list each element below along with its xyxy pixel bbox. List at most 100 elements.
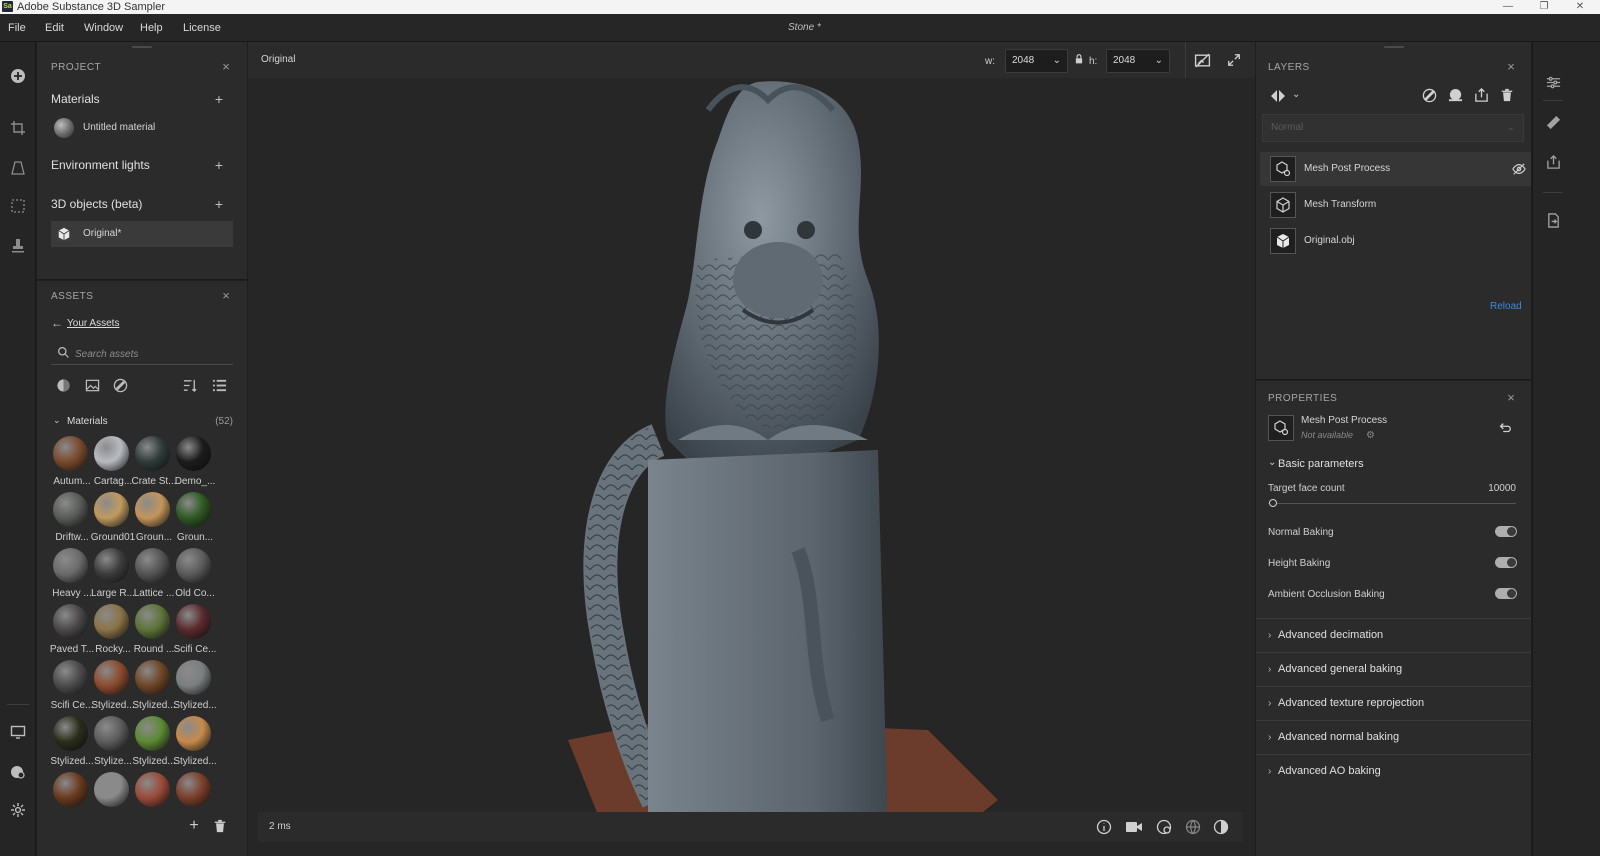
section-advanced-general-baking[interactable]: › Advanced general baking: [1256, 652, 1531, 685]
3d-viewport[interactable]: Original w: 2048 ⌄ h: 2048 ⌄ 2 ms: [248, 42, 1255, 856]
height-baking-toggle[interactable]: [1495, 557, 1517, 568]
section-advanced-decimation[interactable]: › Advanced decimation: [1256, 618, 1531, 651]
material-thumbnail[interactable]: Stylized...: [91, 658, 135, 714]
camera-icon[interactable]: [1125, 819, 1143, 838]
menu-window[interactable]: Window: [84, 14, 123, 42]
image-filter-icon[interactable]: [83, 376, 101, 394]
add-3d-object-icon[interactable]: +: [212, 197, 226, 211]
crop-icon[interactable]: [6, 116, 30, 140]
reset-icon[interactable]: [1498, 421, 1512, 438]
reload-link[interactable]: Reload: [1490, 301, 1522, 312]
mask-icon[interactable]: [1422, 88, 1437, 106]
section-advanced-texture-reprojection[interactable]: › Advanced texture reprojection: [1256, 686, 1531, 719]
material-thumbnail[interactable]: Heavy ...: [51, 546, 92, 602]
add-asset-icon[interactable]: +: [187, 818, 201, 834]
material-thumbnail[interactable]: [51, 770, 91, 826]
material-thumbnail[interactable]: [133, 770, 173, 826]
material-thumbnail[interactable]: Rocky...: [92, 602, 132, 658]
blend-mode-select[interactable]: Normal ⌄: [1262, 114, 1524, 142]
material-thumbnail[interactable]: Stylized...: [173, 658, 217, 714]
display-icon[interactable]: [6, 720, 30, 744]
close-assets-panel-icon[interactable]: ×: [219, 289, 233, 303]
section-advanced-ao-baking[interactable]: › Advanced AO baking: [1256, 754, 1531, 787]
width-select[interactable]: 2048 ⌄: [1005, 49, 1068, 73]
search-assets-input[interactable]: [75, 345, 225, 363]
target-face-slider-knob[interactable]: [1268, 499, 1277, 507]
material-thumbnail[interactable]: Old Co...: [174, 546, 215, 602]
layer-mesh-transform[interactable]: Mesh Transform: [1260, 188, 1531, 222]
your-assets-link[interactable]: Your Assets: [67, 318, 119, 329]
filter-effect-icon[interactable]: [111, 376, 129, 394]
fill-layer-icon[interactable]: [1448, 88, 1463, 106]
material-thumbnail[interactable]: Demo_...: [174, 434, 215, 490]
perspective-icon[interactable]: [6, 156, 30, 180]
panel-resize-grip[interactable]: [1384, 46, 1404, 48]
ruler-icon[interactable]: [1543, 112, 1563, 132]
target-face-count-value[interactable]: 10000: [1488, 483, 1516, 494]
material-thumbnail[interactable]: Driftw...: [51, 490, 91, 546]
trash-icon[interactable]: [213, 819, 227, 833]
add-environment-light-icon[interactable]: +: [212, 158, 226, 172]
list-view-icon[interactable]: [210, 376, 228, 394]
material-thumbnail[interactable]: Stylize...: [92, 714, 132, 770]
material-thumbnail[interactable]: Stylized...: [173, 714, 217, 770]
close-layers-panel-icon[interactable]: ×: [1504, 60, 1518, 74]
menu-edit[interactable]: Edit: [45, 14, 64, 42]
material-thumbnail[interactable]: [92, 770, 132, 826]
material-thumbnail[interactable]: Ground01: [91, 490, 135, 546]
material-thumbnail[interactable]: Stylized...: [50, 714, 94, 770]
close-properties-panel-icon[interactable]: ×: [1504, 391, 1518, 405]
flip-icon[interactable]: [1270, 88, 1286, 107]
environment-icon[interactable]: [6, 760, 30, 784]
layer-original-obj[interactable]: Original.obj: [1260, 224, 1531, 258]
menu-file[interactable]: File: [8, 14, 26, 42]
settings-icon[interactable]: [6, 798, 30, 822]
chevron-down-icon[interactable]: ⌄: [1292, 89, 1300, 100]
add-circle-icon[interactable]: [6, 64, 30, 88]
close-project-panel-icon[interactable]: ×: [219, 60, 233, 74]
material-thumbnail[interactable]: Cartag...: [92, 434, 132, 490]
globe-icon[interactable]: [1185, 819, 1201, 838]
target-face-slider-track[interactable]: [1268, 503, 1516, 504]
material-thumbnail[interactable]: Round ...: [133, 602, 174, 658]
back-to-your-assets[interactable]: ← Your Assets: [51, 316, 171, 332]
material-thumbnail[interactable]: Groun...: [174, 490, 214, 546]
export-layer-icon[interactable]: [1474, 88, 1489, 106]
material-thumbnail[interactable]: Stylized...: [132, 714, 176, 770]
normal-baking-toggle[interactable]: [1495, 526, 1517, 537]
3d-object-item[interactable]: Original*: [51, 221, 233, 247]
height-select[interactable]: 2048 ⌄: [1106, 49, 1170, 73]
material-thumbnail[interactable]: Lattice ...: [133, 546, 174, 602]
panel-resize-grip[interactable]: [132, 46, 152, 48]
gear-icon[interactable]: ⚙: [1366, 430, 1375, 441]
document-export-icon[interactable]: [1543, 210, 1563, 230]
material-thumbnail[interactable]: Scifi Ce...: [51, 658, 93, 714]
ambient-occlusion-baking-toggle[interactable]: [1495, 588, 1517, 599]
close-window-button[interactable]: ✕: [1562, 0, 1598, 14]
visibility-hidden-icon[interactable]: [1512, 162, 1526, 179]
maximize-button[interactable]: ❐: [1526, 0, 1562, 14]
material-thumbnail[interactable]: Large R...: [91, 546, 135, 602]
material-filter-icon[interactable]: [54, 376, 72, 394]
compare-view-icon[interactable]: [1194, 52, 1212, 70]
basic-parameters-toggle[interactable]: ⌄ Basic parameters: [1268, 457, 1468, 473]
material-thumbnail[interactable]: Stylized...: [132, 658, 176, 714]
material-thumbnail[interactable]: Crate St...: [131, 434, 177, 490]
delete-layer-icon[interactable]: [1500, 88, 1514, 105]
material-item[interactable]: Untitled material: [51, 115, 233, 141]
material-ball-icon[interactable]: [1213, 819, 1229, 838]
material-thumbnail[interactable]: Paved T...: [50, 602, 94, 658]
add-material-icon[interactable]: +: [212, 92, 226, 106]
menu-license[interactable]: License: [183, 14, 221, 42]
minimize-button[interactable]: —: [1490, 0, 1526, 14]
menu-help[interactable]: Help: [140, 14, 163, 42]
sort-icon[interactable]: [181, 376, 199, 394]
expand-icon[interactable]: [1227, 53, 1243, 69]
materials-group-toggle[interactable]: ⌄ Materials (52): [51, 415, 233, 429]
material-thumbnail[interactable]: Autum...: [51, 434, 91, 490]
stamp-icon[interactable]: [6, 234, 30, 258]
section-advanced-normal-baking[interactable]: › Advanced normal baking: [1256, 720, 1531, 753]
lock-icon[interactable]: [1074, 54, 1084, 67]
material-thumbnail[interactable]: Groun...: [133, 490, 173, 546]
tiling-icon[interactable]: [6, 194, 30, 218]
